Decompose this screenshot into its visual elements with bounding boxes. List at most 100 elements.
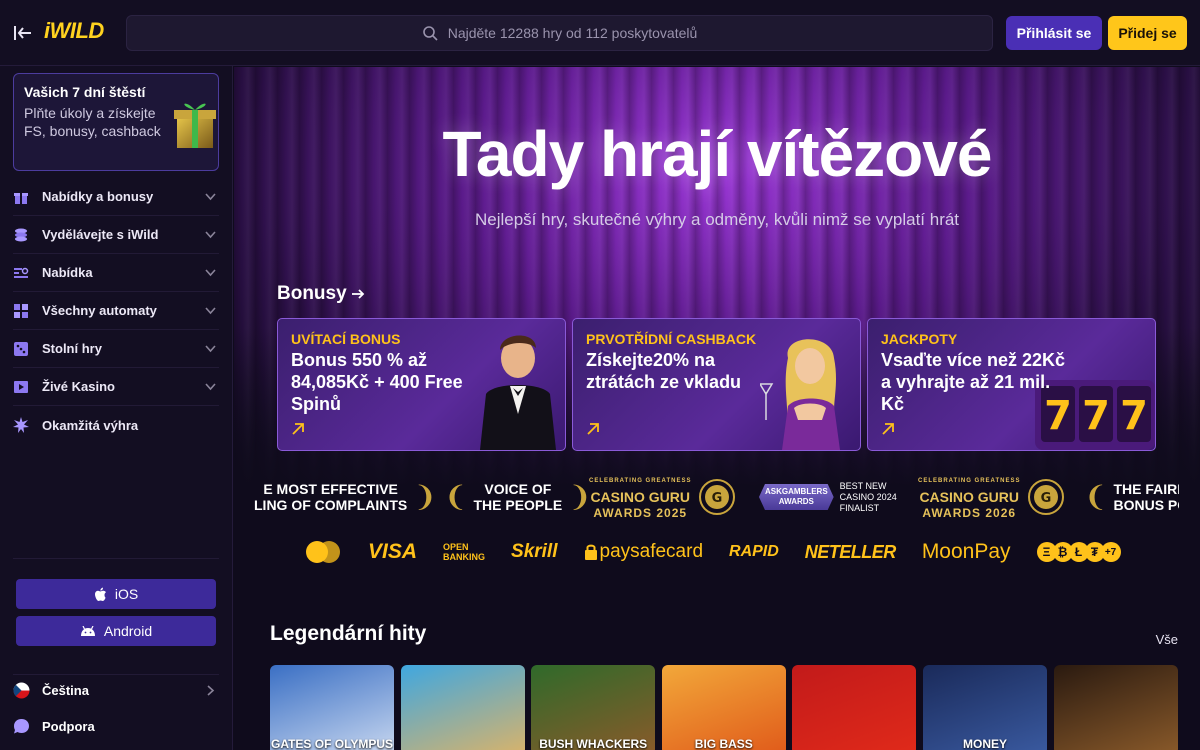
dice-icon bbox=[14, 341, 28, 356]
bonus-card-welcome[interactable]: UVÍTACÍ BONUS Bonus 550 % až 84,085Kč + … bbox=[277, 318, 566, 451]
game-tile[interactable]: MONEY bbox=[923, 665, 1047, 750]
game-tile[interactable]: BIG BASS bbox=[661, 665, 786, 750]
czech-flag-icon bbox=[13, 682, 30, 698]
sidebar-item-slots[interactable]: Všechny automaty bbox=[13, 292, 219, 330]
search-input[interactable]: Najděte 12288 hry od 112 poskytovatelů bbox=[126, 15, 993, 51]
coins-icon bbox=[15, 228, 27, 241]
moonpay-logo: MoonPay bbox=[921, 540, 1011, 563]
rapid-logo: RAPID bbox=[729, 543, 779, 560]
logo[interactable]: iWILD bbox=[44, 18, 104, 44]
sidebar-item-label: Všechny automaty bbox=[42, 303, 157, 318]
open-banking-line: BANKING bbox=[443, 552, 486, 562]
sidebar-menu: Nabídky a bonusy Vydělávejte s iWild Nab… bbox=[13, 178, 219, 444]
game-tile[interactable] bbox=[792, 665, 917, 750]
sidebar-item-label: Stolní hry bbox=[42, 341, 102, 356]
award-complaints: E MOST EFFECTIVE LING OF COMPLAINTS ❩ bbox=[254, 476, 437, 518]
chevron-down-icon bbox=[205, 269, 216, 277]
chevron-down-icon bbox=[205, 345, 216, 353]
play-icon bbox=[14, 380, 28, 393]
award-line: THE PEOPLE bbox=[473, 497, 563, 513]
ios-app-button[interactable]: iOS bbox=[16, 579, 216, 609]
crypto-more-badge: +7 bbox=[1100, 542, 1121, 562]
award-askgamblers: ASKGAMBLERS AWARDS BEST NEW CASINO 2024 … bbox=[759, 476, 897, 518]
signup-button[interactable]: Přidej se bbox=[1108, 16, 1187, 50]
award-small-text: CELEBRATING GREATNESS bbox=[918, 478, 1021, 484]
support-label: Podpora bbox=[42, 718, 95, 734]
mastercard-icon bbox=[306, 541, 340, 563]
bonus-card-tag: JACKPOTY bbox=[881, 331, 958, 347]
sidebar-item-menu[interactable]: Nabídka bbox=[13, 254, 219, 292]
award-line: BONUS POL bbox=[1113, 497, 1179, 513]
award-line: BEST NEW bbox=[839, 480, 887, 491]
support-link[interactable]: Podpora bbox=[13, 711, 219, 741]
award-small-text: CELEBRATING GREATNESS bbox=[589, 478, 692, 484]
blonde-woman-illustration bbox=[760, 339, 840, 450]
svg-text:7: 7 bbox=[1082, 393, 1110, 439]
arrow-right-icon bbox=[351, 289, 364, 299]
svg-text:G: G bbox=[712, 491, 723, 506]
sidebar-item-earn[interactable]: Vydělávejte s iWild bbox=[13, 216, 219, 254]
game-tile[interactable]: GATES OF OLYMPUS bbox=[270, 665, 394, 750]
award-casino-guru-2025: CELEBRATING GREATNESS CASINO GURU AWARDS… bbox=[589, 476, 737, 518]
chat-bubble-icon bbox=[14, 718, 29, 733]
chevron-down-icon bbox=[205, 307, 216, 315]
top-bar: iWILD Najděte 12288 hry od 112 poskytova… bbox=[0, 0, 1200, 66]
askgamblers-badge: ASKGAMBLERS bbox=[765, 487, 828, 496]
ios-label: iOS bbox=[114, 586, 139, 602]
sidebar-item-instant-win[interactable]: Okamžitá výhra bbox=[13, 406, 219, 444]
open-banking-line: OPEN bbox=[443, 542, 469, 552]
hero-subtitle: Nejlepší hry, skutečné výhry a odměny, k… bbox=[474, 210, 960, 229]
arrow-up-right-icon bbox=[882, 423, 894, 435]
game-tile[interactable]: BUSH WHACKERS bbox=[531, 665, 656, 750]
bonus-card-text: Bonus 550 % až 84,085Kč + 400 Free Spinů bbox=[291, 350, 463, 414]
login-button[interactable]: Přihlásit se bbox=[1006, 16, 1102, 50]
lock-icon bbox=[584, 544, 597, 560]
svg-text:7: 7 bbox=[1120, 393, 1148, 439]
chevron-right-icon bbox=[207, 685, 215, 696]
award-fair-bonus: ❨ THE FAIREBONUS POL bbox=[1084, 476, 1179, 518]
award-line: LING OF COMPLAINTS bbox=[254, 497, 408, 513]
bonus-card-text: Vsaďte více než 22Kč a vyhrajte až 21 mi… bbox=[881, 350, 1066, 414]
awards-strip: E MOST EFFECTIVE LING OF COMPLAINTS ❩ ❨ V… bbox=[254, 476, 1179, 518]
android-icon bbox=[80, 626, 95, 636]
payment-methods: VISA OPEN BANKING Skrill paysafecard RAP… bbox=[304, 537, 1134, 567]
divider bbox=[13, 558, 219, 559]
casino-guru-medal-icon: G bbox=[699, 479, 736, 515]
sidebar-item-table-games[interactable]: Stolní hry bbox=[13, 330, 219, 368]
collapse-sidebar-icon[interactable] bbox=[12, 22, 34, 44]
grid-icon bbox=[14, 303, 28, 318]
sidebar-item-offers[interactable]: Nabídky a bonusy bbox=[13, 178, 219, 216]
game-tile[interactable] bbox=[400, 665, 525, 750]
bonus-card-cashback[interactable]: PRVOTŘÍDNÍ CASHBACK Získejte20% na ztrát… bbox=[572, 318, 861, 451]
chevron-down-icon bbox=[205, 383, 216, 391]
bonuses-heading-link[interactable]: Bonusy bbox=[277, 283, 365, 305]
game-tile-title: BUSH WHACKERS bbox=[539, 737, 648, 750]
crypto-logos: Ξ ₿ Ł ₮ +7 bbox=[1036, 542, 1121, 562]
sidebar-item-label: Nabídka bbox=[42, 265, 93, 280]
bonus-card-jackpots[interactable]: JACKPOTY Vsaďte více než 22Kč a vyhrajte… bbox=[867, 318, 1156, 451]
lucky-days-promo[interactable]: Vašich 7 dní štěstí Plňte úkoly a získej… bbox=[13, 73, 219, 171]
sidebar-item-live-casino[interactable]: Živé Kasino bbox=[13, 368, 219, 406]
hits-see-all-link[interactable]: Vše bbox=[1156, 632, 1178, 647]
award-line: E MOST EFFECTIVE bbox=[263, 481, 398, 497]
language-label: Čeština bbox=[42, 682, 89, 698]
skrill-logo: Skrill bbox=[511, 541, 558, 562]
arrow-up-right-icon bbox=[587, 423, 599, 435]
lucky-days-desc: Plňte úkoly a získejte FS, bonusy, cashb… bbox=[24, 105, 161, 139]
paysafecard-text: paysafecard bbox=[599, 541, 704, 562]
award-line: CASINO GURU bbox=[590, 489, 690, 505]
casino-guru-medal-icon: G bbox=[1028, 479, 1065, 515]
award-line: FINALIST bbox=[839, 502, 880, 513]
svg-text:G: G bbox=[1041, 491, 1052, 506]
arrow-up-right-icon bbox=[292, 423, 304, 435]
award-line: CASINO 2024 bbox=[839, 491, 897, 502]
android-app-button[interactable]: Android bbox=[16, 616, 216, 646]
sidebar-item-label: Vydělávejte s iWild bbox=[42, 227, 159, 242]
game-tile-title: MONEY bbox=[962, 737, 1007, 750]
language-selector[interactable]: Čeština bbox=[13, 675, 219, 705]
laurel-icon: ❨ bbox=[444, 481, 468, 512]
game-tile-title: BIG BASS bbox=[694, 737, 753, 750]
game-tile[interactable] bbox=[1053, 665, 1178, 750]
bonuses-heading: Bonusy bbox=[277, 283, 347, 304]
sidebar: Vašich 7 dní štěstí Plňte úkoly a získej… bbox=[0, 66, 233, 750]
